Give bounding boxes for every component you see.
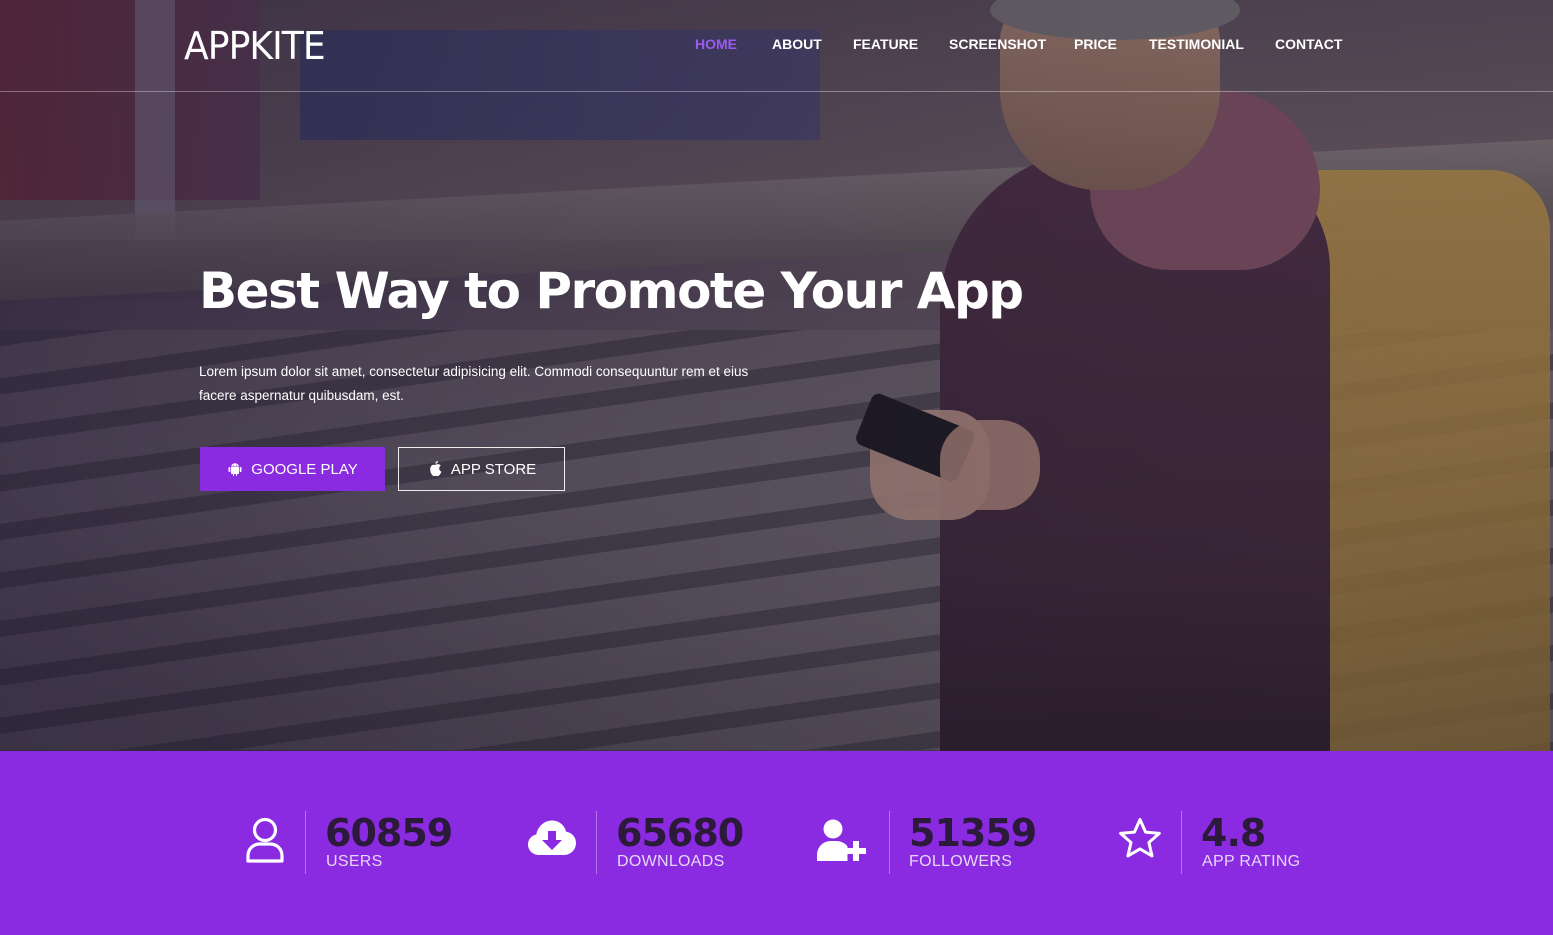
stat-followers: 51359 FOLLOWERS bbox=[817, 811, 1077, 874]
stat-divider bbox=[1181, 811, 1182, 874]
app-store-label: APP STORE bbox=[450, 460, 537, 478]
stat-value-app-rating: 4.8 bbox=[1201, 811, 1266, 855]
user-icon bbox=[245, 817, 285, 868]
nav-item-testimonial[interactable]: TESTIMONIAL bbox=[1149, 36, 1244, 52]
stat-divider bbox=[305, 811, 306, 874]
stat-label-followers: FOLLOWERS bbox=[909, 853, 1013, 870]
app-store-button[interactable]: APP STORE bbox=[398, 447, 565, 491]
star-icon bbox=[1119, 817, 1161, 864]
navbar: APPKITE HOME ABOUT FEATURE SCREENSHOT PR… bbox=[0, 0, 1553, 92]
stat-label-users: USERS bbox=[326, 853, 383, 870]
google-play-label: GOOGLE PLAY bbox=[251, 460, 358, 478]
stat-app-rating: 4.8 APP RATING bbox=[1119, 811, 1379, 874]
stat-users: 60859 USERS bbox=[245, 811, 505, 874]
cloud-download-icon bbox=[527, 819, 577, 862]
hero-section: APPKITE HOME ABOUT FEATURE SCREENSHOT PR… bbox=[0, 0, 1553, 751]
nav-item-about[interactable]: ABOUT bbox=[772, 36, 822, 52]
apple-icon bbox=[427, 460, 443, 478]
hero-title: Best Way to Promote Your App bbox=[199, 262, 1024, 320]
stat-value-followers: 51359 bbox=[909, 811, 1037, 855]
main-nav: HOME ABOUT FEATURE SCREENSHOT PRICE TEST… bbox=[0, 36, 1553, 56]
stat-value-users: 60859 bbox=[325, 811, 453, 855]
nav-item-screenshot[interactable]: SCREENSHOT bbox=[949, 36, 1046, 52]
stat-label-downloads: DOWNLOADS bbox=[617, 853, 725, 870]
stat-value-downloads: 65680 bbox=[616, 811, 744, 855]
stat-divider bbox=[596, 811, 597, 874]
stat-downloads: 65680 DOWNLOADS bbox=[527, 811, 787, 874]
nav-item-feature[interactable]: FEATURE bbox=[853, 36, 918, 52]
user-plus-icon bbox=[817, 819, 871, 866]
stat-label-app-rating: APP RATING bbox=[1202, 853, 1301, 870]
stat-divider bbox=[889, 811, 890, 874]
google-play-button[interactable]: GOOGLE PLAY bbox=[200, 447, 385, 491]
stats-section: 60859 USERS 65680 DOWNLOADS 51359 FOLLOW… bbox=[0, 751, 1553, 935]
hero-description: Lorem ipsum dolor sit amet, consectetur … bbox=[199, 364, 749, 403]
android-icon bbox=[227, 461, 243, 477]
nav-item-price[interactable]: PRICE bbox=[1074, 36, 1117, 52]
nav-item-contact[interactable]: CONTACT bbox=[1275, 36, 1342, 52]
nav-item-home[interactable]: HOME bbox=[695, 36, 737, 52]
